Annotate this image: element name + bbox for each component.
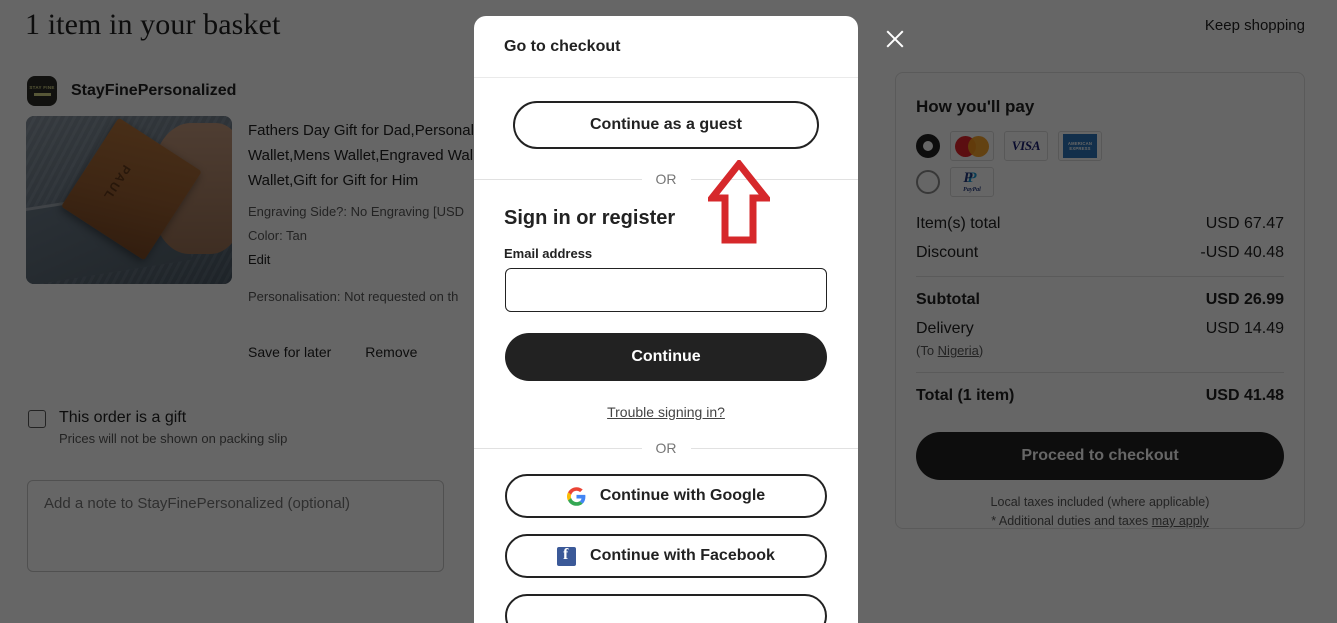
email-input[interactable] [505, 268, 827, 312]
or-divider-2: OR [474, 440, 858, 456]
continue-button[interactable]: Continue [505, 333, 827, 381]
modal-header: Go to checkout [474, 16, 858, 78]
divider-bar [474, 178, 642, 180]
modal-title: Go to checkout [504, 37, 621, 55]
trouble-signing-in-link[interactable]: Trouble signing in? [474, 404, 858, 420]
email-label: Email address [504, 246, 593, 261]
or-label: OR [655, 171, 677, 187]
continue-with-apple-button[interactable] [505, 594, 827, 623]
or-divider-1: OR [474, 171, 858, 187]
facebook-button-label: Continue with Facebook [590, 547, 775, 564]
checkout-modal: Go to checkout Continue as a guest OR Si… [474, 16, 858, 623]
page-root: 1 item in your basket Keep shopping STAY… [0, 0, 1337, 623]
continue-with-google-button[interactable]: Continue with Google [505, 474, 827, 518]
facebook-icon [557, 546, 577, 566]
divider-bar [690, 447, 858, 449]
modal-body: Continue as a guest OR Sign in or regist… [474, 101, 858, 623]
continue-with-facebook-button[interactable]: Continue with Facebook [505, 534, 827, 578]
google-icon [566, 486, 586, 506]
or-label: OR [655, 440, 677, 456]
annotation-arrow-up-icon [708, 160, 770, 244]
google-button-label: Continue with Google [599, 487, 766, 504]
close-icon[interactable] [884, 28, 906, 50]
continue-as-guest-button[interactable]: Continue as a guest [513, 101, 819, 149]
divider-bar [474, 447, 642, 449]
signin-heading: Sign in or register [504, 207, 676, 229]
